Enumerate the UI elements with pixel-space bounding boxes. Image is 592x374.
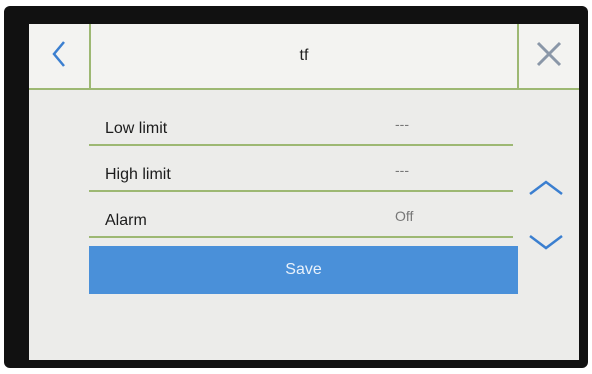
photo-background: tf Low limit --- High limit --- Alarm Of… (0, 0, 592, 374)
high-limit-row[interactable]: High limit --- (89, 146, 513, 192)
header-bar: tf (29, 24, 579, 90)
chevron-up-icon (527, 180, 565, 204)
touch-screen: tf Low limit --- High limit --- Alarm Of… (29, 24, 579, 360)
device-bezel: tf Low limit --- High limit --- Alarm Of… (4, 6, 588, 368)
chevron-down-icon (527, 235, 565, 258)
close-button[interactable] (517, 24, 579, 88)
high-limit-value: --- (395, 162, 409, 178)
alarm-label: Alarm (105, 212, 147, 229)
low-limit-label: Low limit (105, 120, 168, 137)
back-button[interactable] (29, 24, 91, 88)
page-title: tf (299, 47, 309, 64)
low-limit-row[interactable]: Low limit --- (89, 100, 513, 146)
close-icon (535, 40, 563, 73)
alarm-value: Off (395, 208, 414, 224)
scroll-down-button[interactable] (527, 230, 565, 254)
low-limit-value: --- (395, 116, 409, 132)
chevron-left-icon (51, 40, 67, 73)
high-limit-label: High limit (105, 166, 171, 183)
save-button[interactable]: Save (89, 246, 518, 294)
alarm-row[interactable]: Alarm Off (89, 192, 513, 238)
scroll-up-button[interactable] (527, 176, 565, 200)
